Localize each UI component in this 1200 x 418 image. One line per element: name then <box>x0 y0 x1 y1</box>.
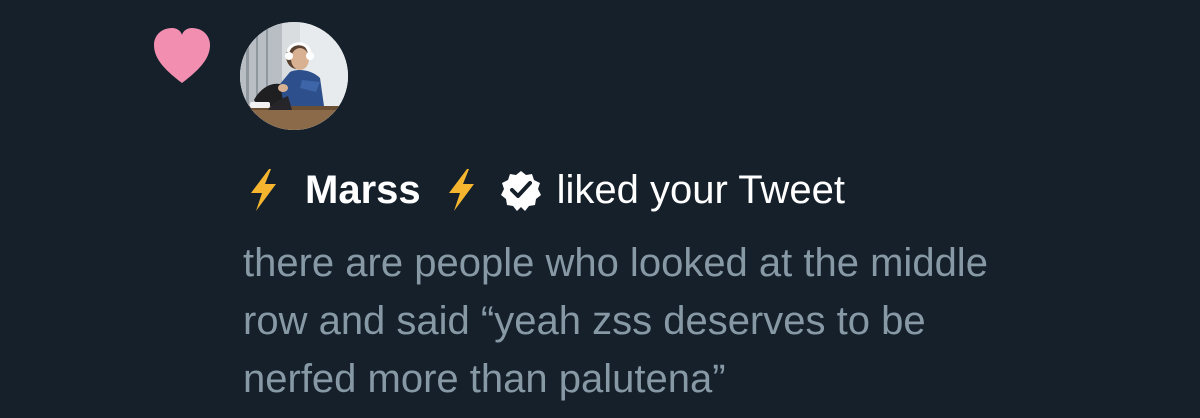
tweet-preview-text[interactable]: there are people who looked at the middl… <box>243 234 1163 408</box>
verified-badge-icon <box>500 171 541 211</box>
scrollbar <box>1180 0 1184 418</box>
lightning-bolt-icon <box>251 169 276 211</box>
lightning-bolt-icon <box>448 169 474 211</box>
user-name-link[interactable]: Marss <box>305 160 421 220</box>
avatar[interactable] <box>240 22 348 130</box>
like-notification[interactable]: Marss liked your Tweet there are people … <box>0 0 1200 418</box>
heart-icon <box>154 28 210 83</box>
notification-action-text: liked your Tweet <box>556 168 845 212</box>
notification-headline: Marss liked your Tweet <box>243 160 845 220</box>
